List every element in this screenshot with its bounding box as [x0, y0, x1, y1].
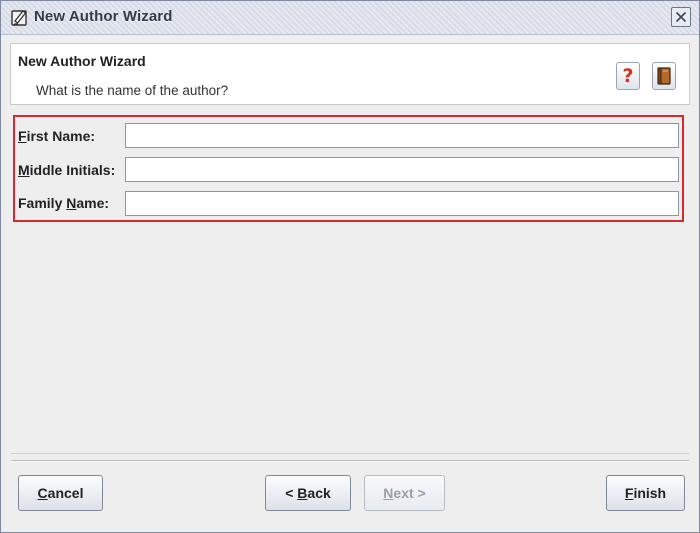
wizard-header-panel: New Author Wizard What is the name of th… — [10, 43, 690, 105]
header-subtitle: What is the name of the author? — [36, 83, 229, 98]
close-button[interactable] — [671, 7, 691, 27]
first-name-label: First Name: — [18, 128, 96, 144]
cancel-button[interactable]: Cancel — [18, 475, 103, 511]
window-title: New Author Wizard — [34, 8, 173, 25]
button-bar-separator — [11, 460, 689, 462]
book-icon — [657, 67, 671, 85]
finish-button[interactable]: Finish — [606, 475, 685, 511]
help-question-icon: ? — [622, 65, 634, 87]
family-name-input[interactable] — [125, 191, 679, 216]
author-name-form: First Name: Middle Initials: Family Name… — [13, 115, 684, 222]
family-name-label: Family Name: — [18, 195, 110, 211]
back-button[interactable]: < Back — [265, 475, 351, 511]
wizard-content-area — [11, 222, 689, 454]
title-bar[interactable]: New Author Wizard — [1, 1, 699, 35]
next-button[interactable]: Next > — [364, 475, 445, 511]
help-button[interactable]: ? — [616, 62, 640, 90]
header-title: New Author Wizard — [18, 53, 146, 69]
middle-initials-label: Middle Initials: — [18, 162, 116, 178]
wizard-window: New Author Wizard New Author Wizard What… — [0, 0, 700, 533]
close-icon — [675, 11, 687, 23]
first-name-input[interactable] — [125, 123, 679, 148]
wizard-app-icon — [9, 7, 29, 27]
middle-initials-input[interactable] — [125, 157, 679, 182]
book-button[interactable] — [652, 62, 676, 90]
